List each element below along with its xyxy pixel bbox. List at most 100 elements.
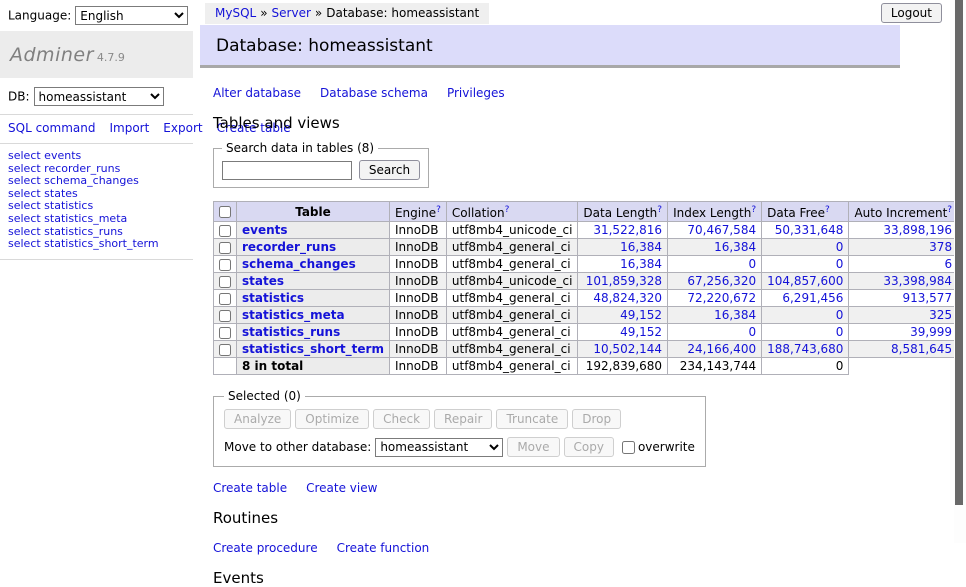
auto-increment-link[interactable]: 913,577 <box>902 291 952 305</box>
auto-increment-link[interactable]: 6 <box>944 257 952 271</box>
check-button[interactable]: Check <box>373 409 430 429</box>
data-free-link[interactable]: 50,331,648 <box>775 223 844 237</box>
index-length-link[interactable]: 72,220,672 <box>687 291 756 305</box>
sidebar-item-select-schema-changes[interactable]: select schema_changes <box>8 175 185 188</box>
sidebar-action-export[interactable]: Export <box>163 121 202 135</box>
auto-increment-link[interactable]: 33,898,196 <box>883 223 952 237</box>
data-length-link[interactable]: 31,522,816 <box>593 223 662 237</box>
row-checkbox[interactable] <box>219 276 231 288</box>
table-row: statistics_metaInnoDButf8mb4_general_ci4… <box>214 307 966 324</box>
column-help-link[interactable]: ? <box>657 205 662 215</box>
auto-increment-link[interactable]: 33,398,984 <box>883 274 952 288</box>
table-row: eventsInnoDButf8mb4_unicode_ci31,522,816… <box>214 222 966 239</box>
data-length-link[interactable]: 10,502,144 <box>593 342 662 356</box>
table-link-schema-changes[interactable]: schema_changes <box>242 257 356 271</box>
table-link-statistics-runs[interactable]: statistics_runs <box>242 325 340 339</box>
index-length-link[interactable]: 70,467,584 <box>687 223 756 237</box>
column-help-link[interactable]: ? <box>505 205 510 215</box>
table-link-events[interactable]: events <box>242 223 288 237</box>
search-input[interactable] <box>222 161 352 180</box>
scrollbar-track[interactable] <box>954 0 966 543</box>
drop-button[interactable]: Drop <box>572 409 621 429</box>
db-select[interactable]: homeassistant <box>34 87 164 106</box>
data-free-link[interactable]: 0 <box>836 325 844 339</box>
table-header-row: TableEngine?Collation?Data Length?Index … <box>214 202 966 222</box>
link-create-table[interactable]: Create table <box>213 481 287 495</box>
copy-button[interactable]: Copy <box>564 437 614 457</box>
selected-fieldset: Selected (0) AnalyzeOptimizeCheckRepairT… <box>213 389 706 467</box>
index-length-link[interactable]: 0 <box>748 325 756 339</box>
row-checkbox[interactable] <box>219 242 231 254</box>
search-button[interactable]: Search <box>359 160 420 180</box>
table-link-statistics-meta[interactable]: statistics_meta <box>242 308 345 322</box>
data-length-link[interactable]: 16,384 <box>620 257 662 271</box>
data-free-cell: 104,857,600 <box>762 273 849 290</box>
data-length-link[interactable]: 49,152 <box>620 325 662 339</box>
data-length-link[interactable]: 101,859,328 <box>586 274 662 288</box>
move-row: Move to other database:homeassistantMove… <box>224 437 695 457</box>
breadcrumb-mysql[interactable]: MySQL <box>215 6 256 20</box>
breadcrumb-server[interactable]: Server <box>272 6 311 20</box>
collation-cell: utf8mb4_unicode_ci <box>446 222 578 239</box>
sidebar-item-select-events[interactable]: select events <box>8 150 185 163</box>
data-free-link[interactable]: 6,291,456 <box>782 291 843 305</box>
link-privileges[interactable]: Privileges <box>447 86 505 100</box>
link-alter-database[interactable]: Alter database <box>213 86 301 100</box>
index-length-cell: 0 <box>668 256 762 273</box>
index-length-link[interactable]: 0 <box>748 257 756 271</box>
data-length-link[interactable]: 49,152 <box>620 308 662 322</box>
data-free-link[interactable]: 0 <box>836 308 844 322</box>
data-free-link[interactable]: 188,743,680 <box>767 342 843 356</box>
sidebar-item-select-statistics-meta[interactable]: select statistics_meta <box>8 213 185 226</box>
link-create-procedure[interactable]: Create procedure <box>213 541 318 555</box>
scrollbar-thumb[interactable] <box>955 0 963 505</box>
data-free-link[interactable]: 104,857,600 <box>767 274 843 288</box>
data-free-link[interactable]: 0 <box>836 240 844 254</box>
data-free-link[interactable]: 0 <box>836 257 844 271</box>
select-all-checkbox[interactable] <box>219 206 231 218</box>
row-checkbox[interactable] <box>219 293 231 305</box>
auto-increment-link[interactable]: 325 <box>929 308 952 322</box>
row-checkbox[interactable] <box>219 259 231 271</box>
sidebar-action-sql-command[interactable]: SQL command <box>8 121 95 135</box>
column-help-link[interactable]: ? <box>751 205 756 215</box>
table-link-states[interactable]: states <box>242 274 284 288</box>
index-length-link[interactable]: 24,166,400 <box>687 342 756 356</box>
index-length-link[interactable]: 16,384 <box>714 240 756 254</box>
collation-cell: utf8mb4_unicode_ci <box>446 273 578 290</box>
optimize-button[interactable]: Optimize <box>295 409 369 429</box>
row-checkbox[interactable] <box>219 310 231 322</box>
sidebar-item-select-statistics-short-term[interactable]: select statistics_short_term <box>8 238 185 251</box>
index-length-link[interactable]: 16,384 <box>714 308 756 322</box>
sidebar-action-import[interactable]: Import <box>109 121 149 135</box>
column-header-collation: Collation? <box>446 202 578 222</box>
table-link-statistics-short-term[interactable]: statistics_short_term <box>242 342 384 356</box>
move-button[interactable]: Move <box>507 437 559 457</box>
link-database-schema[interactable]: Database schema <box>320 86 428 100</box>
analyze-button[interactable]: Analyze <box>224 409 291 429</box>
auto-increment-link[interactable]: 378 <box>929 240 952 254</box>
link-create-view[interactable]: Create view <box>306 481 377 495</box>
link-create-function[interactable]: Create function <box>337 541 430 555</box>
truncate-button[interactable]: Truncate <box>496 409 568 429</box>
data-length-link[interactable]: 48,824,320 <box>593 291 662 305</box>
data-length-link[interactable]: 16,384 <box>620 240 662 254</box>
row-checkbox[interactable] <box>219 344 231 356</box>
column-help-link[interactable]: ? <box>947 205 952 215</box>
repair-button[interactable]: Repair <box>434 409 492 429</box>
row-checkbox[interactable] <box>219 225 231 237</box>
row-checkbox[interactable] <box>219 327 231 339</box>
move-database-select[interactable]: homeassistant <box>375 438 503 457</box>
auto-increment-link[interactable]: 8,581,645 <box>891 342 952 356</box>
auto-increment-link[interactable]: 39,999 <box>910 325 952 339</box>
logout-button[interactable]: Logout <box>881 3 942 23</box>
language-select[interactable]: English <box>75 6 188 25</box>
row-checkbox-cell <box>214 324 237 341</box>
table-link-recorder-runs[interactable]: recorder_runs <box>242 240 336 254</box>
column-help-link[interactable]: ? <box>436 205 441 215</box>
table-link-statistics[interactable]: statistics <box>242 291 304 305</box>
column-help-link[interactable]: ? <box>825 205 830 215</box>
overwrite-checkbox[interactable] <box>622 441 635 454</box>
auto-increment-cell: 378 <box>849 239 958 256</box>
index-length-link[interactable]: 67,256,320 <box>687 274 756 288</box>
